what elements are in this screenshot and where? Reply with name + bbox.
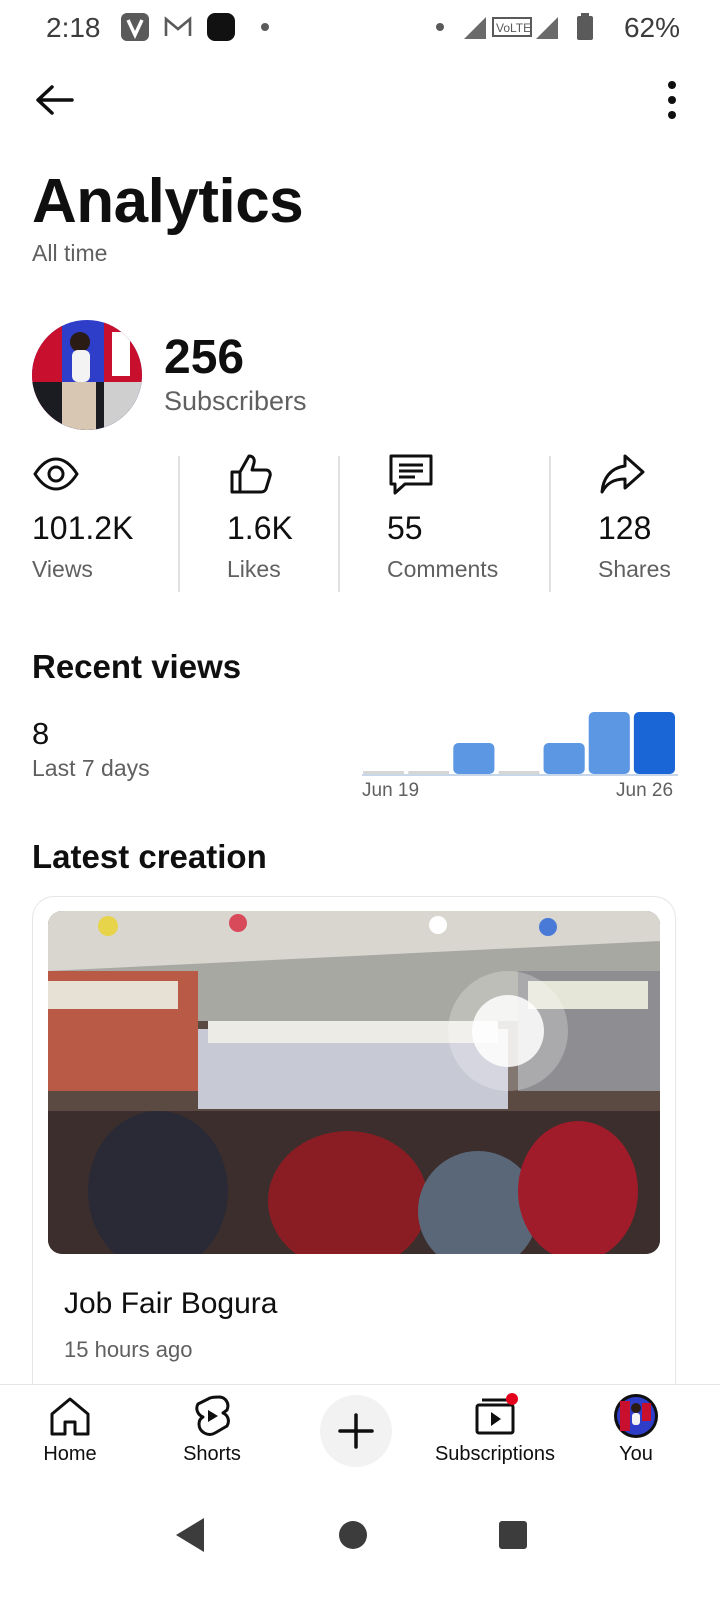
- views-value: 101.2K: [32, 510, 134, 546]
- volte-icon: VoLTE: [492, 17, 532, 37]
- nav-subscriptions-label: Subscriptions: [434, 1443, 556, 1465]
- nav-you[interactable]: You: [596, 1385, 676, 1481]
- share-icon: [600, 454, 645, 494]
- bottom-navigation: Home Shorts Subscriptions You: [0, 1384, 720, 1481]
- views-label: Views: [32, 556, 93, 582]
- channel-avatar: [32, 320, 142, 430]
- eye-icon: [33, 457, 79, 491]
- divider: [338, 456, 340, 592]
- chart-end-label: Jun 26: [616, 780, 674, 801]
- chart-bar[interactable]: [408, 771, 450, 774]
- home-icon: [50, 1397, 90, 1436]
- app-v-icon: [121, 13, 149, 41]
- chart-bar[interactable]: [543, 743, 585, 774]
- chart-bar[interactable]: [453, 743, 495, 774]
- system-home-icon[interactable]: [328, 1510, 378, 1560]
- video-upload-time: 15 hours ago: [64, 1337, 193, 1362]
- plus-icon: [338, 1413, 374, 1449]
- create-button[interactable]: [320, 1395, 392, 1467]
- comments-label: Comments: [387, 556, 499, 582]
- nav-subscriptions[interactable]: Subscriptions: [430, 1385, 560, 1481]
- divider: [178, 456, 180, 592]
- likes-label: Likes: [227, 556, 281, 582]
- latest-creation-title: Latest creation: [32, 838, 267, 875]
- chart-bar[interactable]: [588, 712, 630, 774]
- signal-icon: [536, 17, 558, 39]
- status-bar: 2:18 VoLTE 62%: [0, 0, 720, 56]
- chart-bar[interactable]: [633, 712, 675, 774]
- likes-value: 1.6K: [227, 510, 293, 546]
- profile-avatar-icon: [614, 1394, 658, 1438]
- subscriber-count: 256: [164, 331, 245, 384]
- system-back-icon[interactable]: [166, 1510, 216, 1560]
- shares-label: Shares: [598, 556, 671, 582]
- battery-icon: [577, 13, 593, 40]
- nav-shorts-label: Shorts: [183, 1443, 241, 1465]
- page-title: Analytics: [32, 167, 304, 236]
- page-subtitle: All time: [32, 240, 108, 266]
- signal-icon: [464, 17, 486, 39]
- svg-text:VoLTE: VoLTE: [496, 21, 531, 35]
- chart-start-label: Jun 19: [362, 780, 420, 801]
- shorts-icon: [195, 1395, 230, 1436]
- nav-shorts[interactable]: Shorts: [162, 1385, 262, 1481]
- comments-value: 55: [387, 510, 423, 546]
- video-thumbnail[interactable]: [48, 911, 660, 1254]
- video-title: Job Fair Bogura: [64, 1287, 278, 1320]
- recent-views-count: 8: [32, 716, 50, 751]
- system-recents-icon[interactable]: [488, 1510, 538, 1560]
- battery-percentage: 62%: [623, 12, 680, 43]
- subscriber-label: Subscribers: [164, 386, 307, 416]
- nav-you-label: You: [619, 1443, 653, 1465]
- top-app-bar: [0, 64, 720, 136]
- nav-home-label: Home: [43, 1443, 97, 1465]
- chart-bar[interactable]: [498, 771, 540, 774]
- status-time: 2:18: [46, 12, 101, 43]
- gmail-icon: [164, 16, 192, 36]
- divider: [549, 456, 551, 592]
- comment-icon: [389, 454, 433, 495]
- subscriptions-icon: [475, 1393, 518, 1435]
- latest-video-card[interactable]: Job Fair Bogura 15 hours ago: [32, 896, 676, 1417]
- dot-icon: [436, 23, 444, 31]
- thumbs-up-icon: [230, 454, 272, 494]
- back-arrow-icon[interactable]: [28, 76, 84, 124]
- recent-views-period: Last 7 days: [32, 755, 150, 781]
- app-square-icon: [207, 13, 235, 41]
- nav-home[interactable]: Home: [20, 1385, 120, 1481]
- recent-views-title: Recent views: [32, 648, 242, 685]
- more-options-icon[interactable]: [656, 76, 688, 124]
- shares-value: 128: [598, 510, 652, 546]
- recent-views-chart[interactable]: [362, 700, 678, 782]
- chart-bar[interactable]: [363, 771, 405, 774]
- system-navigation-bar: [0, 1480, 720, 1600]
- dot-icon: [261, 23, 269, 31]
